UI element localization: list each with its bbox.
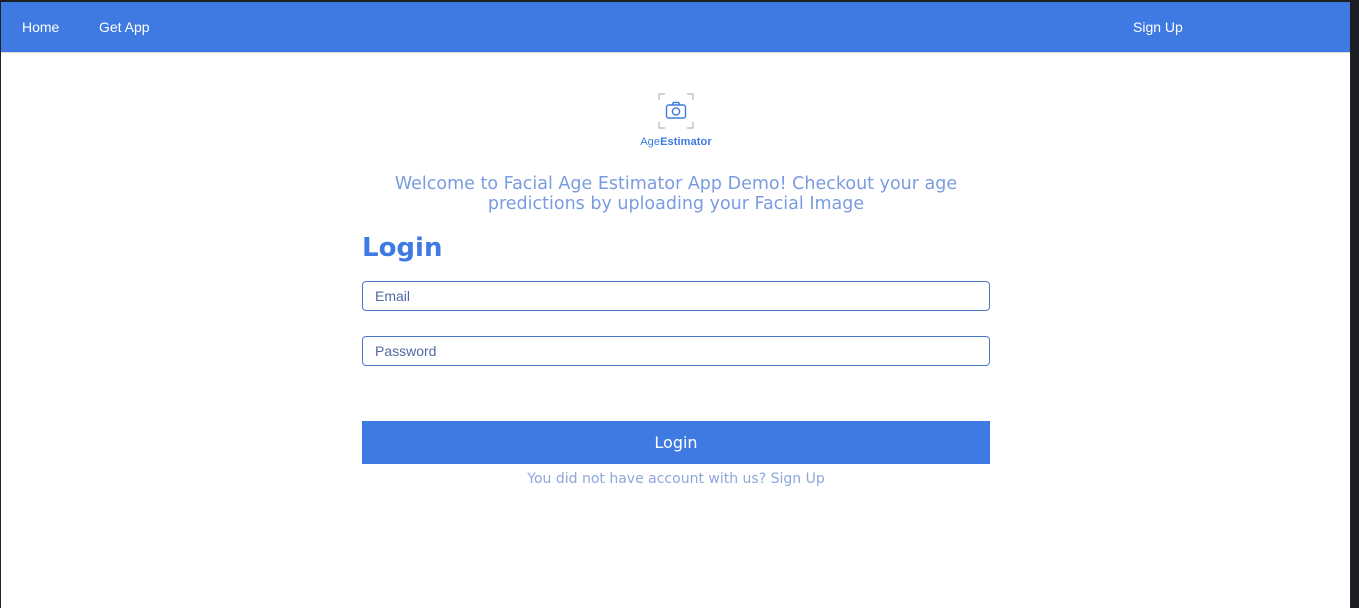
password-field[interactable]: [362, 336, 990, 366]
camera-icon: [658, 93, 694, 129]
nav-sign-up-link[interactable]: Sign Up: [1133, 2, 1183, 52]
signup-hint-text: You did not have account with us?: [527, 471, 767, 487]
email-field[interactable]: [362, 281, 990, 311]
signup-link[interactable]: Sign Up: [771, 471, 825, 487]
top-navbar: Home Get App Sign Up: [1, 2, 1350, 53]
welcome-message: Welcome to Facial Age Estimator App Demo…: [394, 174, 958, 214]
login-title: Login: [362, 233, 443, 263]
login-button[interactable]: Login: [362, 421, 990, 464]
signup-hint: You did not have account with us? Sign U…: [362, 471, 990, 487]
logo-text: AgeEstimator: [640, 136, 712, 148]
app-logo: AgeEstimator: [636, 93, 716, 148]
nav-home-link[interactable]: Home: [22, 2, 59, 52]
nav-get-app-link[interactable]: Get App: [99, 2, 150, 52]
page: Home Get App Sign Up AgeEstimator Welcom…: [1, 2, 1350, 608]
